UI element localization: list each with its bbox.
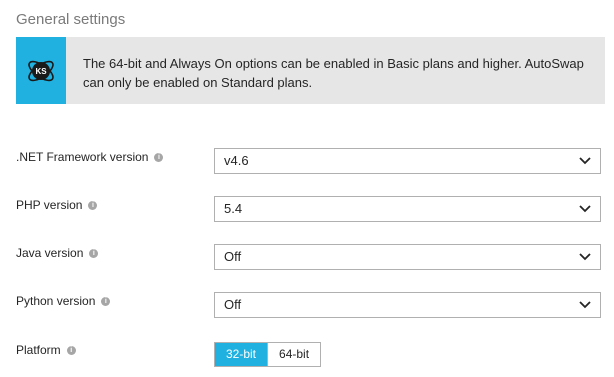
section-title: General settings xyxy=(16,11,126,28)
python-version-label-text: Python version xyxy=(16,294,96,308)
platform-label-text: Platform xyxy=(16,343,61,357)
dotnet-version-label-text: .NET Framework version xyxy=(16,150,149,164)
info-banner: KS The 64-bit and Always On options can … xyxy=(16,37,605,104)
chevron-down-icon xyxy=(579,205,591,213)
platform-option-64bit[interactable]: 64-bit xyxy=(267,343,321,366)
info-icon[interactable]: i xyxy=(88,200,98,210)
platform-toggle-group: 32-bit 64-bit xyxy=(214,342,322,367)
python-version-label: Python version i xyxy=(16,294,111,308)
java-version-select[interactable]: Off xyxy=(214,244,601,270)
info-icon-box: KS xyxy=(16,37,66,104)
platform-label: Platform i xyxy=(16,343,76,357)
php-version-label: PHP version i xyxy=(16,198,98,212)
chevron-down-icon xyxy=(579,157,591,165)
java-version-value: Off xyxy=(224,249,242,264)
info-icon[interactable]: i xyxy=(66,345,76,355)
dotnet-version-value: v4.6 xyxy=(224,153,249,168)
info-icon[interactable]: i xyxy=(89,248,99,258)
php-version-select[interactable]: 5.4 xyxy=(214,196,601,222)
php-version-value: 5.4 xyxy=(224,201,243,216)
dotnet-version-select[interactable]: v4.6 xyxy=(214,148,601,174)
svg-text:KS: KS xyxy=(35,67,47,76)
info-icon[interactable]: i xyxy=(154,152,164,162)
php-version-label-text: PHP version xyxy=(16,198,83,212)
java-version-label: Java version i xyxy=(16,246,99,260)
python-version-value: Off xyxy=(224,297,242,312)
chevron-down-icon xyxy=(579,301,591,309)
python-version-select[interactable]: Off xyxy=(214,292,601,318)
kudu-logo-icon: KS xyxy=(28,60,54,81)
chevron-down-icon xyxy=(579,253,591,261)
dotnet-version-label: .NET Framework version i xyxy=(16,150,164,164)
java-version-label-text: Java version xyxy=(16,246,84,260)
platform-option-32bit[interactable]: 32-bit xyxy=(215,343,268,366)
info-icon[interactable]: i xyxy=(101,296,111,306)
info-message: The 64-bit and Always On options can be … xyxy=(83,56,584,90)
